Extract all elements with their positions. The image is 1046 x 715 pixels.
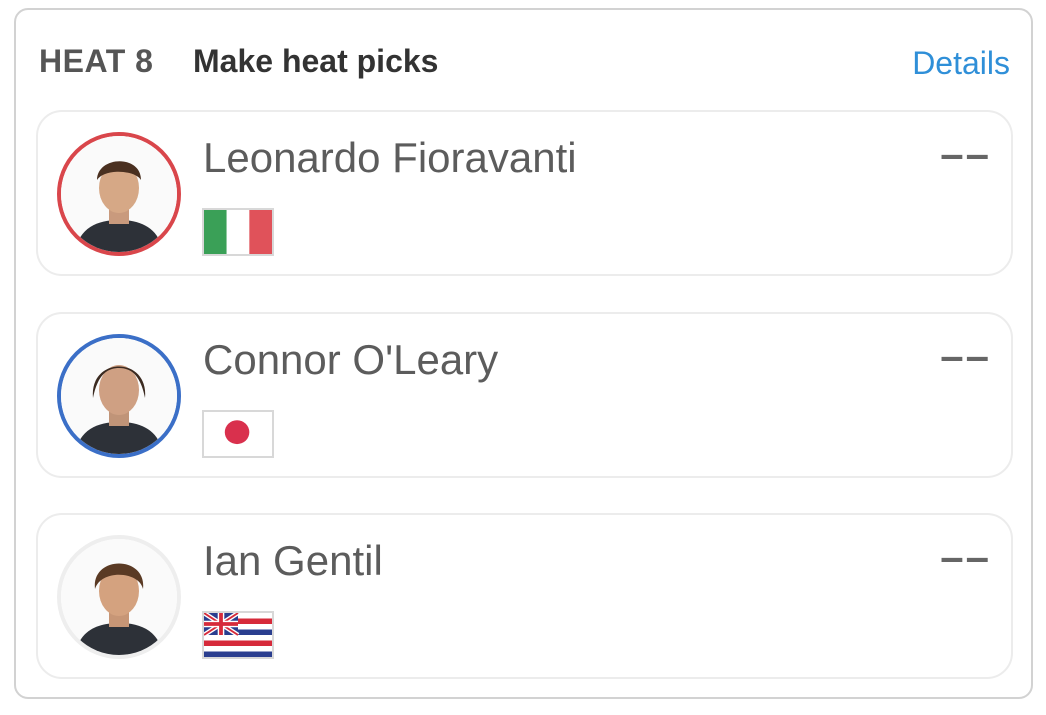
heat-card: HEAT 8 Make heat picks Details Leonardo … [14, 8, 1033, 699]
surfer-result: –– [940, 130, 991, 177]
surfer-photo-icon [61, 539, 177, 655]
surfer-name: Leonardo Fioravanti [203, 134, 577, 181]
hawaii-flag-icon [202, 611, 274, 659]
heat-number: HEAT 8 [39, 43, 154, 79]
details-link[interactable]: Details [912, 45, 1010, 82]
surfer-photo-icon [61, 338, 177, 454]
italy-flag-icon [202, 208, 274, 256]
surfer-avatar [57, 334, 181, 458]
surfer-avatar [57, 535, 181, 659]
japan-flag-icon [202, 410, 274, 458]
surfer-result: –– [940, 332, 991, 379]
surfer-avatar [57, 132, 181, 256]
surfer-row[interactable]: Leonardo Fioravanti –– [36, 110, 1013, 276]
surfer-row[interactable]: Ian Gentil –– [36, 513, 1013, 679]
surfer-photo-icon [61, 136, 177, 252]
heat-title: Make heat picks [193, 43, 439, 79]
surfer-result: –– [940, 533, 991, 580]
surfer-name: Connor O'Leary [203, 336, 499, 383]
surfer-row[interactable]: Connor O'Leary –– [36, 312, 1013, 478]
surfer-name: Ian Gentil [203, 537, 383, 584]
